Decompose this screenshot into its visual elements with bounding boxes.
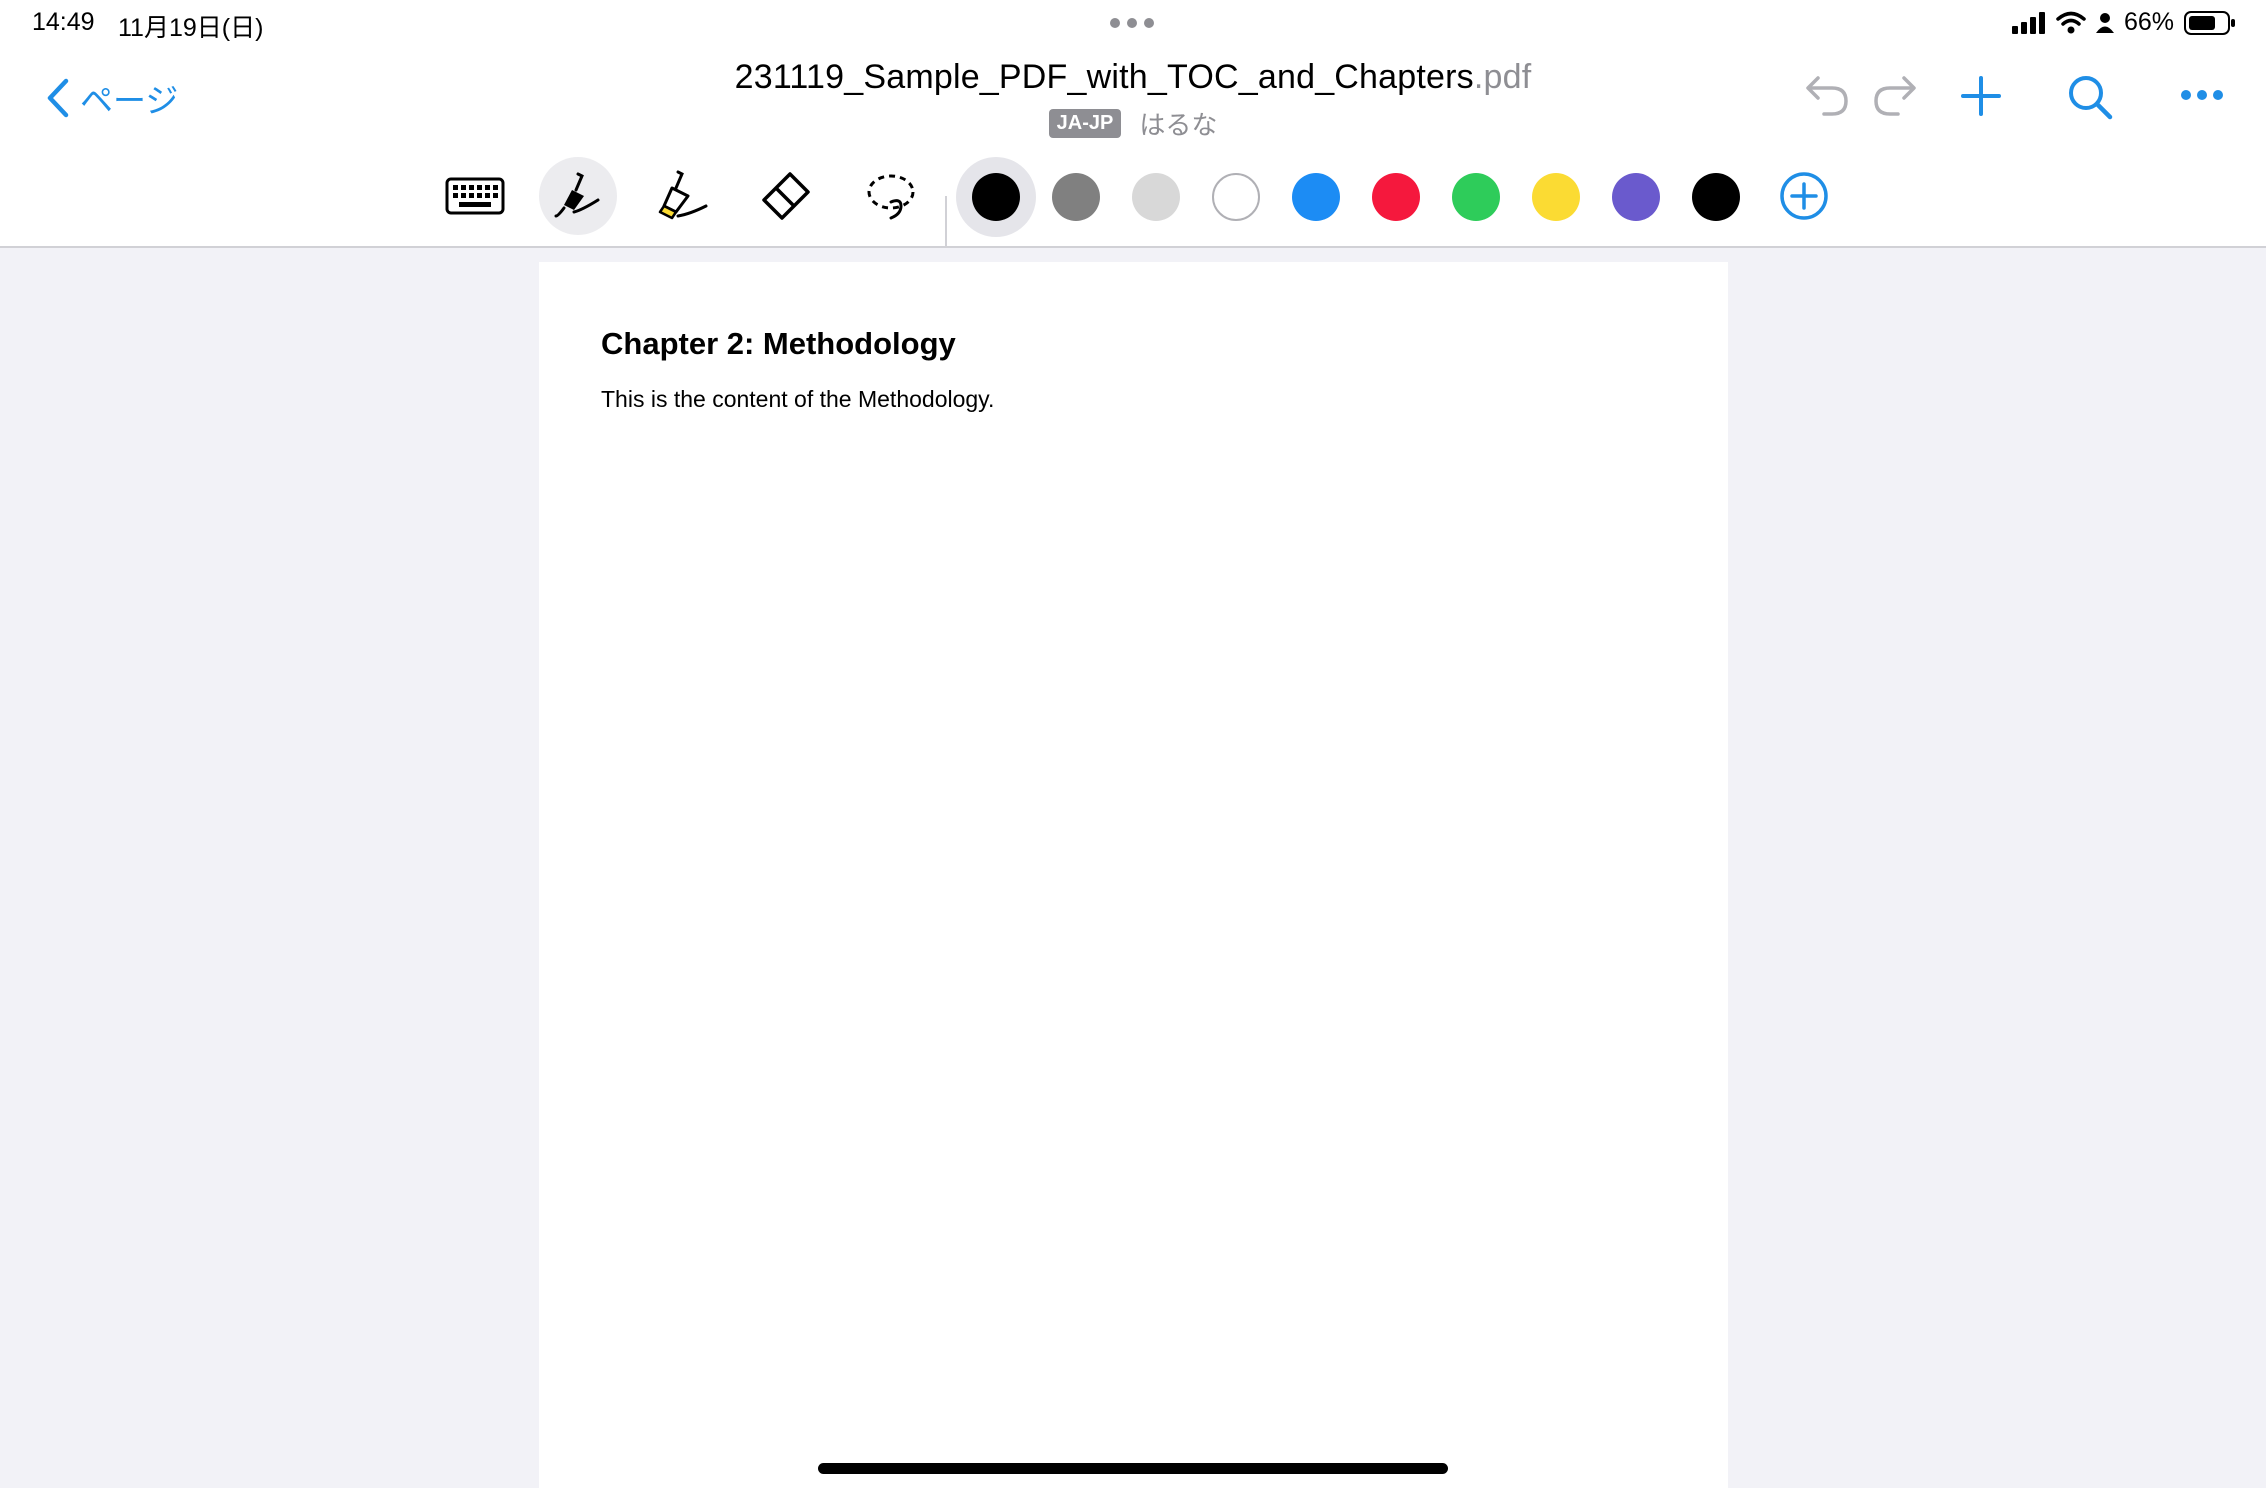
battery-icon — [2184, 10, 2235, 35]
back-button[interactable]: ページ — [46, 74, 178, 122]
add-icon[interactable] — [1959, 74, 2003, 118]
keyboard-tool-button[interactable] — [436, 157, 514, 235]
color-swatch-6[interactable] — [1356, 157, 1436, 237]
highlighter-icon — [658, 170, 708, 220]
color-swatch-dot — [1212, 173, 1260, 221]
lasso-icon — [867, 174, 915, 220]
highlighter-tool-button[interactable] — [643, 157, 721, 235]
cellular-signal-icon — [2011, 11, 2045, 34]
chapter-body-text: This is the content of the Methodology. — [601, 386, 995, 412]
lasso-tool-button[interactable] — [853, 157, 931, 235]
language-badge: JA-JP — [1048, 109, 1122, 138]
color-swatch-4[interactable] — [1196, 157, 1276, 237]
status-date: 11月19日(日) — [118, 14, 264, 42]
color-swatch-2[interactable] — [1036, 157, 1116, 237]
color-swatch-dot — [1052, 173, 1100, 221]
color-swatch-1[interactable] — [956, 157, 1036, 237]
chapter-heading: Chapter 2: Methodology — [601, 326, 956, 361]
color-swatch-3[interactable] — [1116, 157, 1196, 237]
color-swatch-dot — [1132, 173, 1180, 221]
redo-icon[interactable] — [1872, 70, 1918, 116]
color-swatch-dot — [1452, 173, 1500, 221]
document-title-block[interactable]: 231119_Sample_PDF_with_TOC_and_Chapters.… — [560, 58, 1706, 142]
top-bar: 14:49 11月19日(日) 66% ページ 231119_Sample_PD… — [0, 0, 2266, 248]
home-indicator[interactable] — [818, 1463, 1448, 1474]
chevron-left-icon — [47, 78, 69, 118]
eraser-icon — [762, 172, 810, 220]
document-title: 231119_Sample_PDF_with_TOC_and_Chapters.… — [560, 58, 1706, 97]
color-swatch-dot — [1372, 173, 1420, 221]
battery-percentage: 66% — [2123, 8, 2174, 36]
document-title-name: 231119_Sample_PDF_with_TOC_and_Chapters — [734, 58, 1474, 96]
person-icon — [2095, 12, 2114, 33]
color-swatch-dot — [1692, 173, 1740, 221]
wifi-icon — [2056, 11, 2086, 33]
eraser-tool-button[interactable] — [747, 157, 825, 235]
toolbar-divider — [945, 196, 947, 246]
color-swatch-7[interactable] — [1436, 157, 1516, 237]
color-swatch-dot — [1612, 173, 1660, 221]
add-circle-icon — [1780, 172, 1828, 220]
author-name: はるな — [1139, 110, 1218, 140]
color-swatch-dot — [972, 173, 1020, 221]
color-swatch-dot — [1532, 173, 1580, 221]
add-color-button[interactable] — [1765, 157, 1843, 235]
document-page[interactable]: Chapter 2: Methodology This is the conte… — [539, 262, 1728, 1488]
multitasking-handle[interactable] — [1110, 18, 1154, 28]
color-swatch-5[interactable] — [1276, 157, 1356, 237]
more-icon[interactable] — [2180, 88, 2224, 102]
pen-tool-button[interactable] — [539, 157, 617, 235]
status-indicators: 66% — [2011, 8, 2236, 37]
search-icon[interactable] — [2067, 74, 2113, 120]
pen-icon — [554, 172, 600, 218]
keyboard-icon — [445, 177, 505, 215]
color-swatch-10[interactable] — [1676, 157, 1756, 237]
color-swatch-8[interactable] — [1516, 157, 1596, 237]
document-title-extension: .pdf — [1473, 58, 1532, 96]
color-swatch-dot — [1292, 173, 1340, 221]
undo-icon[interactable] — [1804, 70, 1850, 116]
status-time: 14:49 — [32, 8, 95, 36]
color-swatch-9[interactable] — [1596, 157, 1676, 237]
back-button-label: ページ — [80, 82, 179, 119]
